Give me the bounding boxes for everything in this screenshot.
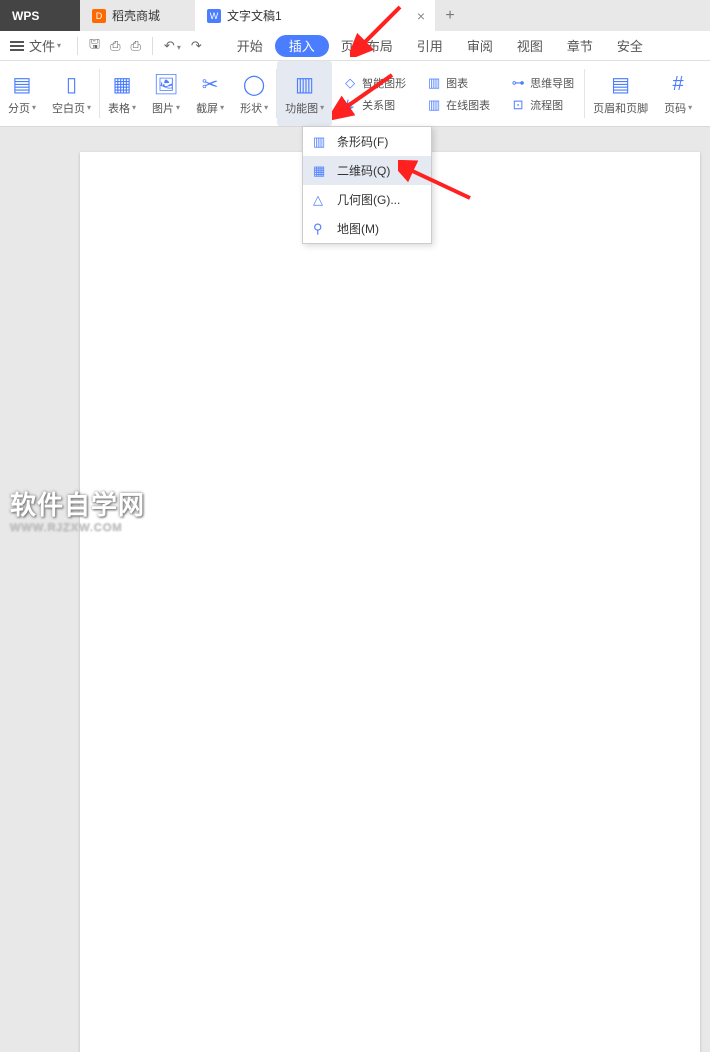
function-chart-icon: ▥ [295,72,314,98]
tab-add[interactable]: + [435,0,465,31]
menutab-view[interactable]: 视图 [505,31,555,61]
online-chart-icon: ▥ [426,97,442,113]
picture-icon: 🖼 [153,72,178,98]
chart-icon: ▥ [426,75,442,91]
dropdown-map[interactable]: ⚲地图(M) [303,214,431,243]
undo-icon[interactable]: ↶▾ [159,38,186,54]
table-icon: ▦ [113,72,132,98]
map-icon: ⚲ [313,221,331,237]
geometry-icon: △ [313,192,331,208]
tab-store[interactable]: D 稻壳商城 [80,0,195,31]
shapes-button[interactable]: ◯ 形状▾ [232,61,276,126]
header-footer-button[interactable]: ▤ 页眉和页脚 [585,61,656,126]
annotation-arrow-insert [350,2,410,57]
qrcode-icon: ▦ [313,163,331,179]
page-break-icon: ▤ [13,72,32,98]
shapes-icon: ◯ [243,72,265,98]
screenshot-icon: ✂ [202,72,219,98]
menutab-reference[interactable]: 引用 [405,31,455,61]
separator [152,37,153,55]
menu-icon [10,39,24,53]
separator [77,37,78,55]
doc-icon: W [207,9,221,23]
save-icon[interactable]: 🖫 [84,35,105,57]
annotation-arrow-funcchart [332,70,402,120]
menutab-chapter[interactable]: 章节 [555,31,605,61]
store-icon: D [92,9,106,23]
redo-icon[interactable]: ↷ [186,38,207,54]
mindmap-button[interactable]: ⊶思维导图 [506,72,578,94]
menutab-security[interactable]: 安全 [605,31,655,61]
watermark: 软件自学网 WWW.RJZXW.COM [10,485,145,534]
dropdown-barcode[interactable]: ▥条形码(F) [303,127,431,156]
flowchart-icon: ⊡ [510,97,526,113]
document-page[interactable] [80,152,700,1052]
print-icon[interactable]: ⎙ [126,38,146,54]
annotation-arrow-qrcode [398,160,478,205]
file-menu[interactable]: 文件 ▾ [6,36,71,55]
mindmap-icon: ⊶ [510,75,526,91]
tab-wps[interactable]: WPS [0,0,80,31]
flowchart-button[interactable]: ⊡流程图 [506,94,578,116]
page-number-icon: # [673,72,684,98]
blank-page-button[interactable]: ▯ 空白页▾ [44,61,99,126]
chart-button[interactable]: ▥图表 [422,72,494,94]
picture-button[interactable]: 🖼 图片▾ [144,61,188,126]
page-number-button[interactable]: # 页码▾ [656,61,700,126]
menutab-review[interactable]: 审阅 [455,31,505,61]
menutab-start[interactable]: 开始 [225,31,275,61]
screenshot-button[interactable]: ✂ 截屏▾ [188,61,232,126]
barcode-icon: ▥ [313,134,331,150]
blank-page-icon: ▯ [66,72,77,98]
function-chart-button[interactable]: ▥ 功能图▾ [277,61,332,126]
close-icon[interactable]: × [417,8,425,24]
page-break-button[interactable]: ▤ 分页▾ [0,61,44,126]
table-button[interactable]: ▦ 表格▾ [100,61,144,126]
header-footer-icon: ▤ [611,72,630,98]
online-chart-button[interactable]: ▥在线图表 [422,94,494,116]
print-preview-icon[interactable]: ⎙ [105,38,125,54]
menutab-insert[interactable]: 插入 [275,35,329,57]
